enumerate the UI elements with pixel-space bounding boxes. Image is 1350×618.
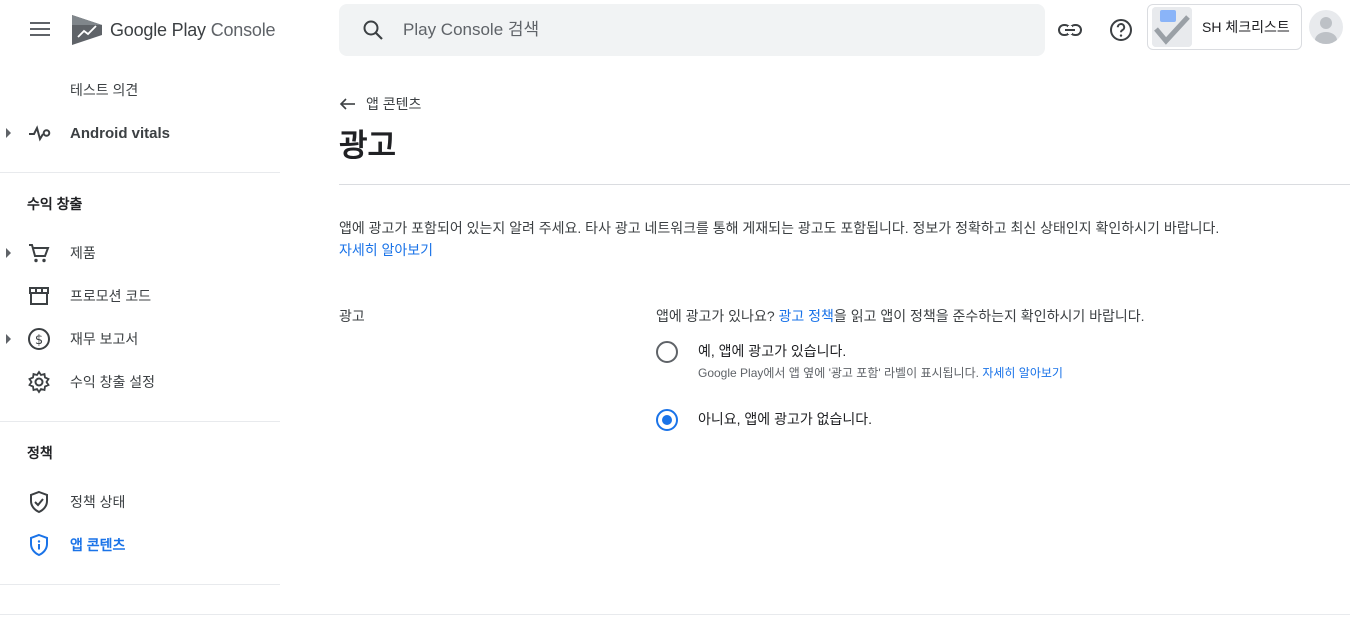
learn-more-link[interactable]: 자세히 알아보기 xyxy=(339,242,433,258)
sidebar-item-label: 앱 콘텐츠 xyxy=(70,537,126,553)
dollar-icon: $ xyxy=(28,328,50,350)
shield-check-icon xyxy=(30,490,48,514)
sidebar-divider xyxy=(0,584,280,585)
account-name: SH 체크리스트 xyxy=(1202,19,1290,35)
question-suffix: 을 읽고 앱이 정책을 준수하는지 확인하시기 바랍니다. xyxy=(833,308,1145,324)
section-title-monetization: 수익 창출 xyxy=(27,196,83,212)
back-link-label: 앱 콘텐츠 xyxy=(366,96,422,112)
sidebar-divider xyxy=(0,172,280,173)
sidebar-item-monetization-settings[interactable]: 수익 창출 설정 xyxy=(0,363,280,401)
vitals-pulse-icon xyxy=(29,125,51,142)
app-icon xyxy=(1152,7,1192,47)
sidebar-item-label: Android vitals xyxy=(70,124,171,142)
app-title: Google Play Console xyxy=(110,19,276,40)
radio-label-yes: 예, 앱에 광고가 있습니다. xyxy=(698,343,847,359)
intro-text: 앱에 광고가 포함되어 있는지 알려 주세요. 타사 광고 네트워크를 통해 게… xyxy=(339,217,1339,261)
sidebar-item-products[interactable]: 제품 xyxy=(0,234,280,272)
sidebar-item-label: 테스트 의견 xyxy=(70,82,139,98)
sidebar-item-label: 재무 보고서 xyxy=(70,331,139,347)
intro-description: 앱에 광고가 포함되어 있는지 알려 주세요. 타사 광고 네트워크를 통해 게… xyxy=(339,220,1220,236)
sidebar-item-app-content[interactable]: 앱 콘텐츠 xyxy=(0,526,280,564)
search-input[interactable] xyxy=(403,20,1003,40)
radio-sublabel-yes: Google Play에서 앱 옆에 '광고 포함' 라벨이 표시됩니다. 자세… xyxy=(698,364,1063,381)
sidebar-item-label: 제품 xyxy=(70,245,96,261)
ads-field-label: 광고 xyxy=(339,308,365,324)
help-icon[interactable] xyxy=(1108,17,1134,43)
expand-caret-icon[interactable] xyxy=(6,248,11,258)
search-icon xyxy=(363,20,383,40)
account-switcher[interactable]: SH 체크리스트 xyxy=(1147,4,1302,50)
sidebar-divider xyxy=(0,421,280,422)
page-title: 광고 xyxy=(339,128,397,163)
learn-more-link-yes[interactable]: 자세히 알아보기 xyxy=(982,366,1063,380)
sidebar-item-financial-reports[interactable]: $ 재무 보고서 xyxy=(0,320,280,358)
back-link[interactable]: 앱 콘텐츠 xyxy=(339,94,421,114)
avatar[interactable] xyxy=(1309,10,1343,44)
sidebar-item-android-vitals[interactable]: Android vitals xyxy=(0,114,280,152)
store-icon xyxy=(29,287,49,305)
radio-label-no: 아니요, 앱에 광고가 없습니다. xyxy=(698,411,873,427)
menu-icon[interactable] xyxy=(26,18,54,42)
ads-question: 앱에 광고가 있나요? 광고 정책을 읽고 앱이 정책을 준수하는지 확인하시기… xyxy=(656,306,1145,326)
expand-caret-icon[interactable] xyxy=(6,128,11,138)
top-app-bar: Google Play Console SH 체크리스트 xyxy=(0,0,1350,62)
sidebar-item-test-feedback[interactable]: 테스트 의견 xyxy=(0,71,280,109)
sidebar-item-label: 수익 창출 설정 xyxy=(70,374,156,390)
section-title-policy: 정책 xyxy=(27,445,53,461)
radio-option-yes[interactable]: 예, 앱에 광고가 있습니다. Google Play에서 앱 옆에 '광고 포… xyxy=(656,341,1063,381)
arrow-back-icon xyxy=(339,98,355,110)
ads-policy-link[interactable]: 광고 정책 xyxy=(779,308,834,324)
search-bar[interactable] xyxy=(339,4,1045,56)
shield-info-icon xyxy=(30,533,48,557)
main-content: 앱 콘텐츠 광고 앱에 광고가 포함되어 있는지 알려 주세요. 타사 광고 네… xyxy=(339,62,1350,618)
sidebar-item-label: 프로모션 코드 xyxy=(70,288,152,304)
question-prefix: 앱에 광고가 있나요? xyxy=(656,308,775,324)
radio-sublabel-text: Google Play에서 앱 옆에 '광고 포함' 라벨이 표시됩니다. xyxy=(698,366,979,380)
sidebar-item-policy-status[interactable]: 정책 상태 xyxy=(0,483,280,521)
radio-button-no[interactable] xyxy=(656,409,678,431)
radio-option-no[interactable]: 아니요, 앱에 광고가 없습니다. xyxy=(656,409,872,431)
sidebar: 테스트 의견 Android vitals 수익 창출 제품 프로모션 코드 $… xyxy=(0,62,280,618)
play-console-logo[interactable]: Google Play Console xyxy=(70,12,276,48)
link-icon[interactable] xyxy=(1057,17,1083,43)
radio-button-yes[interactable] xyxy=(656,341,678,363)
play-console-logo-icon xyxy=(72,15,102,45)
gear-icon xyxy=(28,370,50,394)
expand-caret-icon[interactable] xyxy=(6,334,11,344)
title-divider xyxy=(339,184,1350,185)
sidebar-item-promo-codes[interactable]: 프로모션 코드 xyxy=(0,277,280,315)
footer-divider xyxy=(0,614,1350,615)
cart-icon xyxy=(29,244,50,263)
svg-text:$: $ xyxy=(35,333,43,348)
sidebar-item-label: 정책 상태 xyxy=(70,494,126,510)
